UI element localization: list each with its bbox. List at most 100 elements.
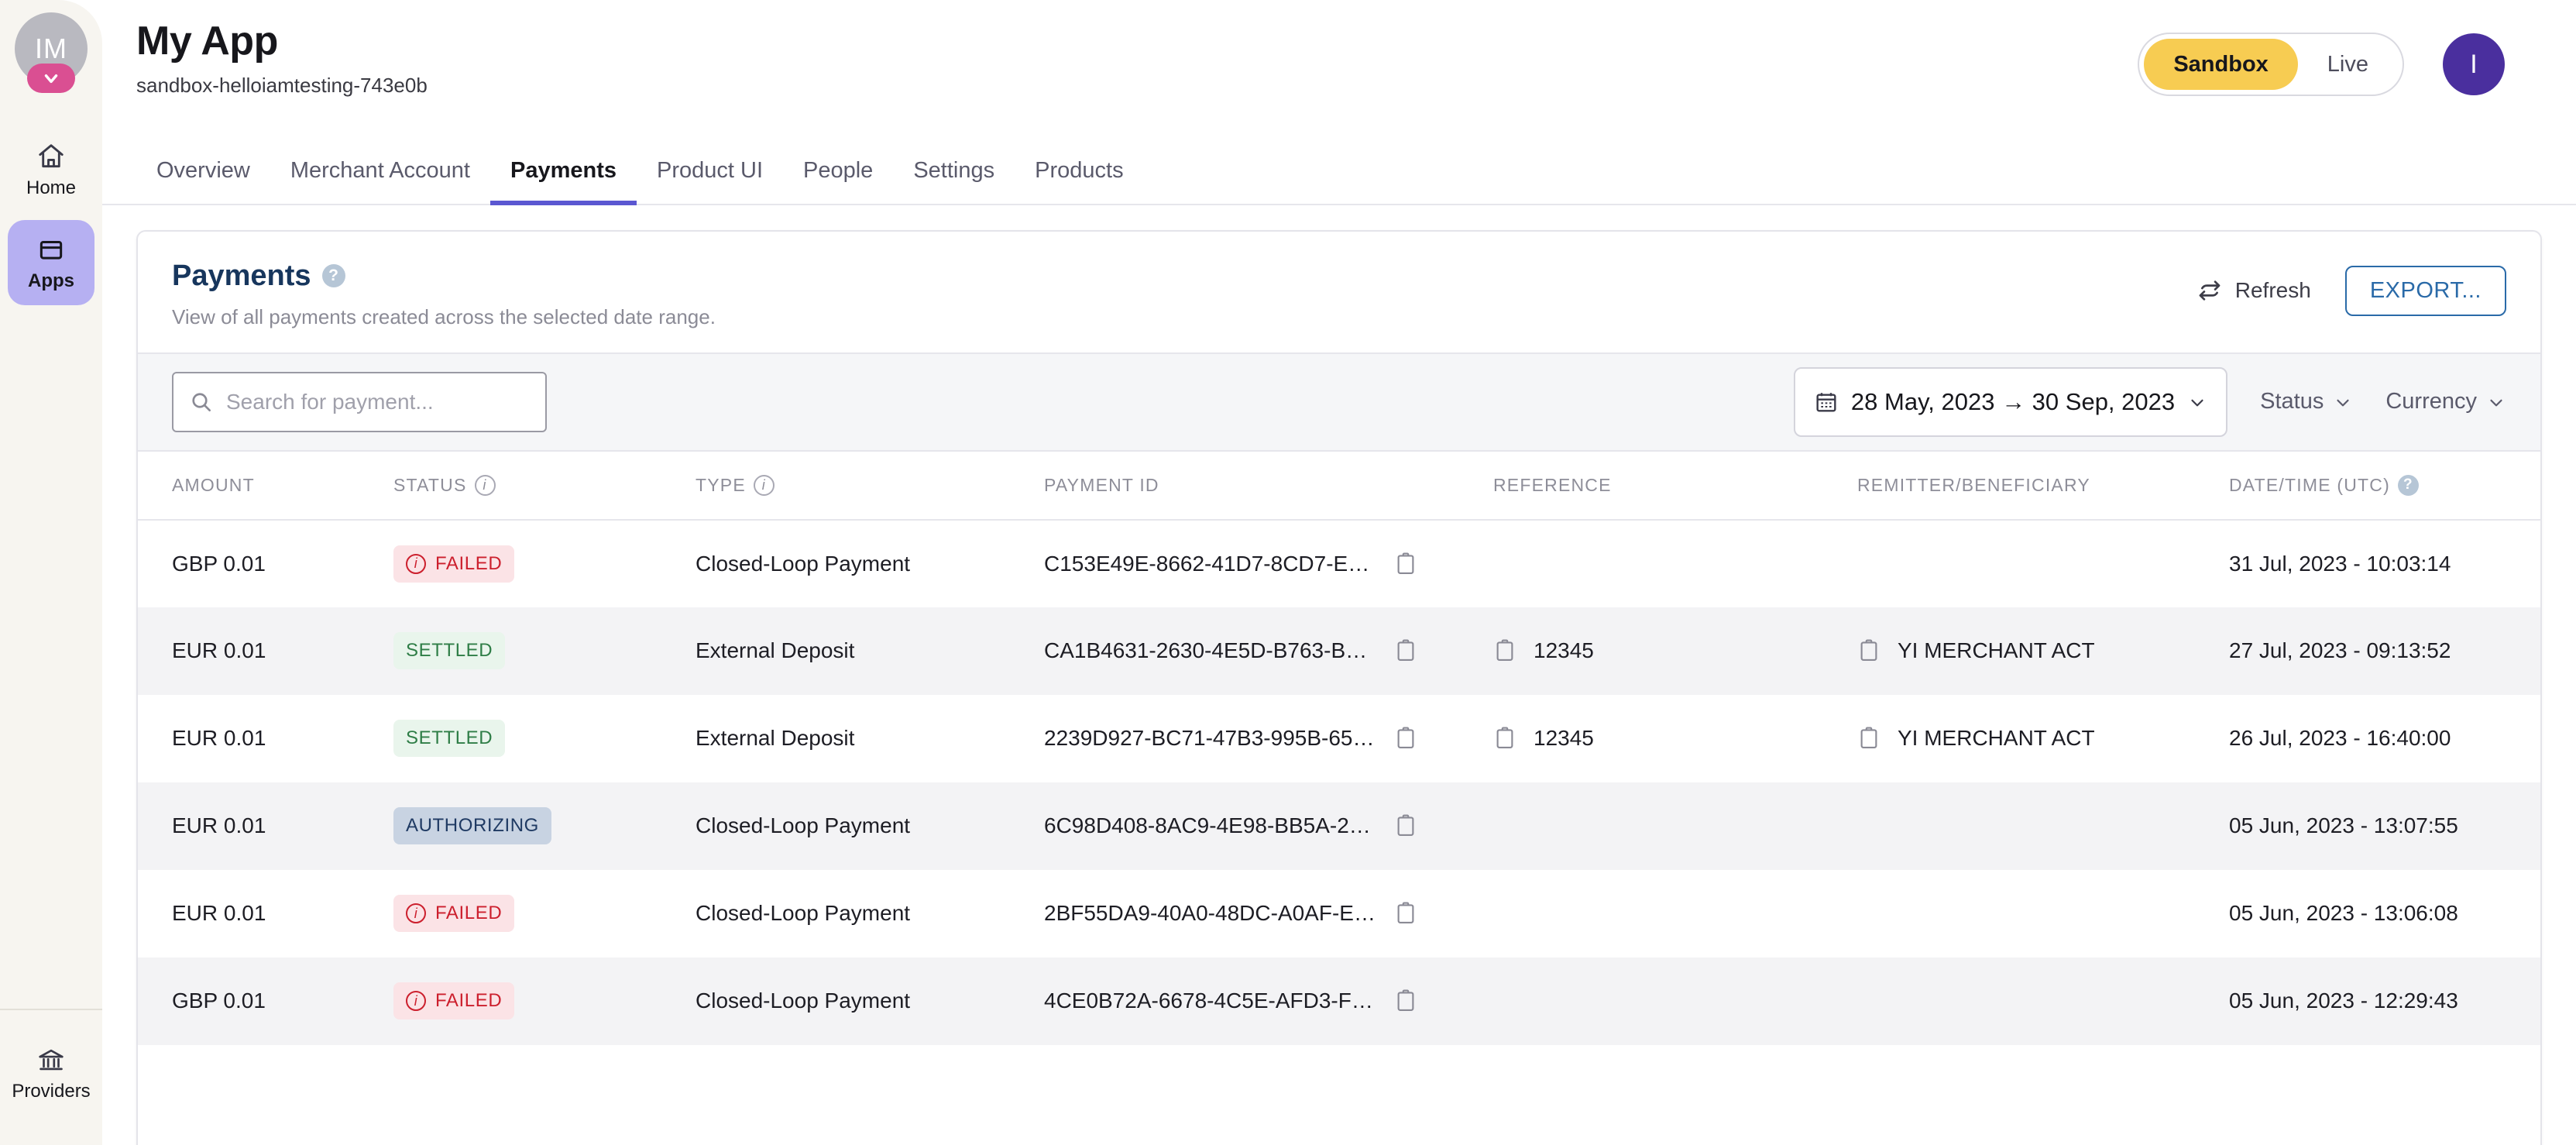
cell-datetime: 05 Jun, 2023 - 13:06:08: [2229, 901, 2458, 926]
status-badge: AUTHORIZING: [393, 807, 551, 845]
org-switcher[interactable]: IM: [15, 12, 88, 93]
search-box[interactable]: [172, 371, 547, 432]
chevron-down-icon: [2490, 399, 2502, 407]
copy-icon[interactable]: [1493, 638, 1516, 664]
sidebar-item-providers[interactable]: Providers: [8, 1030, 94, 1116]
status-badge: SETTLED: [393, 632, 506, 670]
column-header-status[interactable]: STATUS i: [393, 451, 696, 521]
top-bar: My App sandbox-helloiamtesting-743e0b Sa…: [102, 0, 2576, 140]
help-icon[interactable]: ?: [321, 264, 345, 288]
cell-datetime: 26 Jul, 2023 - 16:40:00: [2229, 726, 2451, 751]
status-badge: i FAILED: [393, 982, 515, 1020]
tab-settings[interactable]: Settings: [893, 158, 1015, 205]
cell-datetime: 05 Jun, 2023 - 12:29:43: [2229, 989, 2458, 1013]
tab-payments[interactable]: Payments: [490, 158, 637, 205]
cell-status: i FAILED: [393, 520, 696, 607]
column-header-status-label: STATUS: [393, 474, 467, 495]
tab-overview[interactable]: Overview: [136, 158, 270, 205]
status-badge-label: SETTLED: [406, 640, 493, 662]
payments-table-wrap: AMOUNT STATUS i TYPE i PAYMENT ID REFERE…: [138, 451, 2540, 1145]
page-title: My App: [136, 19, 278, 64]
app-subtitle: sandbox-helloiamtesting-743e0b: [136, 73, 428, 97]
search-input[interactable]: [226, 389, 530, 414]
rail-items: Home Apps: [0, 127, 102, 305]
copy-icon[interactable]: [1394, 900, 1417, 927]
cell-amount: EUR 0.01: [172, 901, 266, 926]
status-filter[interactable]: Status: [2260, 389, 2353, 414]
rail-bottom: Providers: [0, 1009, 102, 1145]
cell-payment-id: 2239D927-BC71-47B3-995B-65F3F...: [1044, 695, 1493, 782]
env-live-button[interactable]: Live: [2298, 39, 2398, 90]
date-range-picker[interactable]: 28 May, 2023 → 30 Sep, 2023: [1793, 366, 2228, 437]
cell-reference: [1493, 782, 1857, 870]
reference-value: 12345: [1534, 726, 1594, 751]
column-header-type[interactable]: TYPE i: [696, 451, 1044, 521]
status-badge: i FAILED: [393, 545, 515, 583]
info-icon[interactable]: i: [474, 474, 496, 496]
status-badge-label: FAILED: [435, 990, 503, 1012]
export-button[interactable]: EXPORT...: [2344, 265, 2506, 316]
column-header-datetime[interactable]: DATE/TIME (UTC)?: [2229, 451, 2540, 521]
cell-reference: [1493, 520, 1857, 607]
cell-payment-id: C153E49E-8662-41D7-8CD7-EC5D...: [1044, 520, 1493, 607]
payment-id-value: CA1B4631-2630-4E5D-B763-BF90E...: [1044, 638, 1377, 663]
bank-icon: [39, 1049, 64, 1071]
user-avatar[interactable]: I: [2443, 33, 2505, 95]
chevron-down-icon: [44, 74, 58, 84]
status-badge-label: SETTLED: [406, 727, 493, 749]
cell-amount: EUR 0.01: [172, 638, 266, 663]
cell-amount: EUR 0.01: [172, 813, 266, 838]
info-icon[interactable]: i: [753, 474, 775, 496]
currency-filter[interactable]: Currency: [2385, 389, 2506, 414]
column-header-reference[interactable]: REFERENCE: [1493, 451, 1857, 521]
status-badge: SETTLED: [393, 720, 506, 758]
cell-payment-id: CA1B4631-2630-4E5D-B763-BF90E...: [1044, 607, 1493, 695]
cell-datetime: 31 Jul, 2023 - 10:03:14: [2229, 551, 2451, 576]
status-badge-label: AUTHORIZING: [406, 815, 539, 837]
cell-remitter: [1857, 520, 2229, 607]
content-area: Payments ? View of all payments created …: [102, 205, 2576, 1145]
table-row[interactable]: EUR 0.01 i FAILED Closed-Loop Payment 2BF55D…: [138, 870, 2540, 958]
filter-controls: 28 May, 2023 → 30 Sep, 2023 Status Curre…: [1793, 366, 2506, 437]
column-header-payment-id[interactable]: PAYMENT ID: [1044, 451, 1493, 521]
card-header: Payments ? View of all payments created …: [138, 232, 2540, 352]
table-row[interactable]: GBP 0.01 i FAILED Closed-Loop Payment 4CE0B7…: [138, 957, 2540, 1045]
search-icon: [192, 393, 211, 411]
refresh-button[interactable]: Refresh: [2196, 277, 2311, 304]
payments-table: AMOUNT STATUS i TYPE i PAYMENT ID REFERE…: [138, 451, 2540, 1045]
table-row[interactable]: EUR 0.01 SETTLED External Deposit 2239D927-…: [138, 695, 2540, 782]
cell-status: i FAILED: [393, 958, 696, 1045]
copy-icon[interactable]: [1857, 725, 1880, 751]
copy-icon[interactable]: [1394, 725, 1417, 751]
column-header-amount[interactable]: AMOUNT: [138, 451, 393, 521]
copy-icon[interactable]: [1857, 638, 1880, 664]
card-title-row: Payments ?: [172, 260, 716, 293]
column-header-datetime-label: DATE/TIME (UTC): [2229, 474, 2390, 495]
status-filter-label: Status: [2260, 389, 2324, 414]
tab-products[interactable]: Products: [1015, 158, 1143, 205]
column-header-remitter[interactable]: REMITTER/BENEFICIARY: [1857, 451, 2229, 521]
table-row[interactable]: GBP 0.01 i FAILED Closed-Loop Payment C153E4…: [138, 520, 2540, 607]
environment-toggle[interactable]: Sandbox Live: [2138, 33, 2404, 96]
copy-icon[interactable]: [1394, 551, 1417, 577]
tab-product-ui[interactable]: Product UI: [637, 158, 783, 205]
sidebar-item-home[interactable]: Home: [8, 127, 94, 212]
copy-icon[interactable]: [1394, 988, 1417, 1014]
copy-icon[interactable]: [1394, 813, 1417, 839]
copy-icon[interactable]: [1394, 638, 1417, 664]
env-sandbox-button[interactable]: Sandbox: [2144, 39, 2298, 90]
column-header-reference-label: REFERENCE: [1493, 474, 1612, 495]
cell-datetime: 05 Jun, 2023 - 13:07:55: [2229, 813, 2458, 838]
tab-people[interactable]: People: [783, 158, 893, 205]
filter-bar: 28 May, 2023 → 30 Sep, 2023 Status Curre…: [138, 352, 2540, 452]
sidebar-item-apps[interactable]: Apps: [8, 220, 94, 305]
tab-merchant-account[interactable]: Merchant Account: [270, 158, 490, 205]
help-icon[interactable]: ?: [2397, 474, 2419, 496]
status-badge-label: FAILED: [435, 552, 503, 574]
table-row[interactable]: EUR 0.01 SETTLED External Deposit CA1B4631-…: [138, 607, 2540, 695]
org-switcher-caret[interactable]: [27, 64, 75, 93]
calendar-icon: [1816, 392, 1836, 412]
table-row[interactable]: EUR 0.01 AUTHORIZING Closed-Loop Payment 6C…: [138, 782, 2540, 870]
copy-icon[interactable]: [1493, 725, 1516, 751]
card-actions: Refresh EXPORT...: [2196, 260, 2506, 316]
